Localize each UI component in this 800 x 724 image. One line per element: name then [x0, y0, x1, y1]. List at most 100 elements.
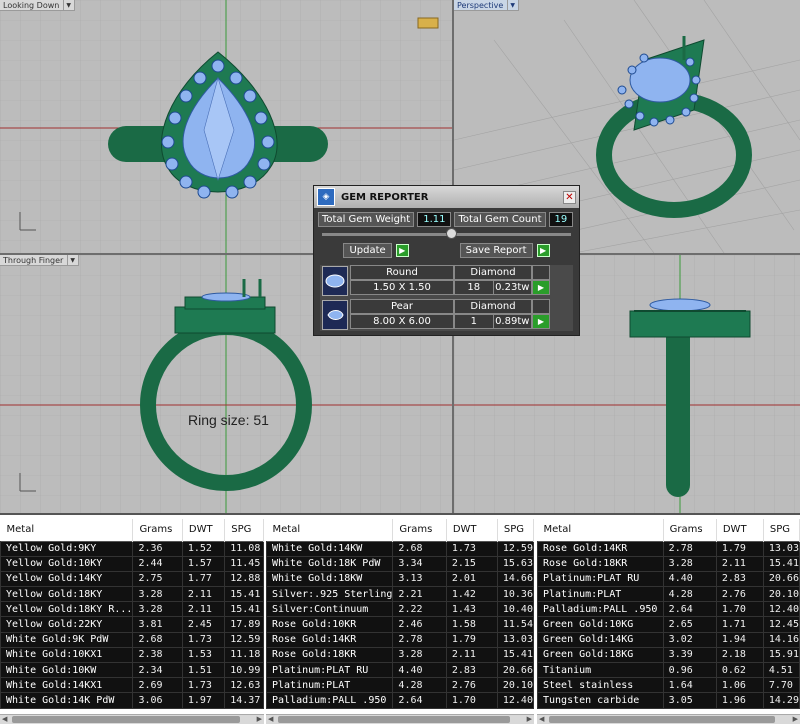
- table-row[interactable]: Rose Gold:10KR 2.46 1.58 11.54: [265, 616, 535, 633]
- table-row[interactable]: White Gold:9K PdW 2.68 1.73 12.59: [0, 631, 264, 648]
- viewport-front-label[interactable]: Through Finger ▼: [0, 255, 79, 266]
- scroll-right-icon[interactable]: ▶: [257, 715, 262, 723]
- metal-name: Green Gold:14KG: [537, 631, 664, 648]
- table-row[interactable]: Tungsten carbide 3.05 1.96 14.29: [537, 692, 800, 709]
- gem-weight: 0.89tw: [495, 316, 530, 327]
- table-row[interactable]: Platinum:PLAT RU 4.40 2.83 20.66: [265, 661, 535, 679]
- spg-value: 11.18: [224, 646, 264, 664]
- table-row[interactable]: Silver:.925 Sterling 2.21 1.42 10.36: [265, 586, 535, 603]
- metal-name: Titanium: [537, 661, 664, 679]
- scroll-right-icon[interactable]: ▶: [527, 715, 532, 723]
- scroll-thumb[interactable]: [278, 716, 510, 723]
- table-row[interactable]: White Gold:14K PdW 3.06 1.97 14.37: [0, 692, 264, 709]
- chevron-down-icon: ▼: [63, 0, 71, 11]
- table-row[interactable]: Yellow Gold:10KY 2.44 1.57 11.45: [0, 555, 264, 572]
- metal-table-2[interactable]: Metal Grams DWT SPG White Gold:14KW 2.68 1…: [265, 519, 535, 709]
- table-row[interactable]: Rose Gold:14KR 2.78 1.79 13.03: [265, 631, 535, 648]
- table-row[interactable]: Rose Gold:18KR 3.28 2.11 15.41: [537, 555, 800, 572]
- header-spg[interactable]: SPG: [497, 519, 535, 541]
- table-row[interactable]: Rose Gold:14KR 2.78 1.79 13.03: [537, 540, 800, 557]
- table-3-scrollbar[interactable]: ◀ ▶: [537, 714, 800, 724]
- header-metal[interactable]: Metal: [266, 519, 394, 541]
- viewport-name: Through Finger: [3, 255, 64, 265]
- grams-value: 3.28: [662, 555, 717, 572]
- table-row[interactable]: Platinum:PLAT 4.28 2.76 20.10: [537, 586, 800, 603]
- header-metal[interactable]: Metal: [0, 519, 134, 541]
- metal-table-1[interactable]: Metal Grams DWT SPG Yellow Gold:9KY 2.36 1…: [0, 519, 264, 709]
- header-grams[interactable]: Grams: [663, 519, 717, 541]
- header-spg[interactable]: SPG: [763, 519, 800, 541]
- dwt-value: 1.52: [181, 540, 226, 557]
- header-dwt[interactable]: DWT: [182, 519, 226, 541]
- table-row[interactable]: White Gold:18K PdW 3.34 2.15 15.63: [265, 555, 535, 572]
- metal-name: Steel stainless: [537, 677, 664, 694]
- table-row[interactable]: White Gold:14KX1 2.69 1.73 12.63: [0, 677, 264, 694]
- grams-value: 2.68: [392, 540, 447, 557]
- header-grams[interactable]: Grams: [132, 519, 183, 541]
- header-dwt[interactable]: DWT: [716, 519, 764, 541]
- table-1-scrollbar[interactable]: ◀ ▶: [0, 714, 264, 724]
- viewport-top-label[interactable]: Looking Down ▼: [0, 0, 75, 11]
- table-row[interactable]: Steel stainless 1.64 1.06 7.70: [537, 677, 800, 694]
- table-row[interactable]: Green Gold:18KG 3.39 2.18 15.91: [537, 646, 800, 664]
- table-row[interactable]: Titanium 0.96 0.62 4.51: [537, 661, 800, 679]
- grams-value: 2.22: [392, 601, 447, 618]
- scroll-thumb[interactable]: [12, 716, 240, 723]
- table-row[interactable]: Rose Gold:18KR 3.28 2.11 15.41: [265, 646, 535, 664]
- table-row[interactable]: Yellow Gold:9KY 2.36 1.52 11.08: [0, 540, 264, 557]
- play-icon[interactable]: ▶: [532, 314, 550, 329]
- grams-value: 2.65: [662, 616, 717, 633]
- header-spg[interactable]: SPG: [224, 519, 264, 541]
- table-row[interactable]: White Gold:18KW 3.13 2.01 14.66: [265, 570, 535, 588]
- gem-slider[interactable]: [322, 228, 571, 239]
- update-button[interactable]: Update ▶: [343, 243, 409, 258]
- table-row[interactable]: Palladium:PALL .950 2.64 1.70 12.40: [537, 601, 800, 618]
- dwt-value: 1.51: [181, 661, 226, 679]
- save-report-button[interactable]: Save Report ▶: [459, 243, 550, 258]
- metal-name: White Gold:10KW: [0, 661, 134, 679]
- viewport-perspective-label[interactable]: Perspective ▼: [454, 0, 519, 11]
- dwt-value: 2.76: [445, 677, 498, 694]
- header-grams[interactable]: Grams: [392, 519, 447, 541]
- scroll-left-icon[interactable]: ◀: [2, 715, 7, 723]
- metal-name: Platinum:PLAT: [537, 586, 664, 603]
- table-row[interactable]: White Gold:14KW 2.68 1.73 12.59: [265, 540, 535, 557]
- gem-reporter-titlebar[interactable]: ◈ GEM REPORTER ✕: [314, 186, 579, 208]
- slider-knob[interactable]: [446, 228, 457, 239]
- close-icon[interactable]: ✕: [563, 190, 576, 204]
- gem-size: 8.00 X 6.00: [350, 314, 454, 329]
- gem-count: 18: [455, 281, 494, 294]
- table-row[interactable]: Platinum:PLAT RU 4.40 2.83 20.66: [537, 570, 800, 588]
- table-2-scrollbar[interactable]: ◀ ▶: [266, 714, 534, 724]
- dwt-value: 1.79: [445, 631, 498, 648]
- table-row[interactable]: Platinum:PLAT 4.28 2.76 20.10: [265, 677, 535, 694]
- play-icon[interactable]: ▶: [532, 280, 550, 295]
- scroll-left-icon[interactable]: ◀: [268, 715, 273, 723]
- table-row[interactable]: White Gold:10KW 2.34 1.51 10.99: [0, 661, 264, 679]
- gem-shape: Round: [350, 265, 454, 280]
- dwt-value: 1.71: [715, 616, 764, 633]
- play-icon[interactable]: ▶: [395, 244, 409, 257]
- scroll-left-icon[interactable]: ◀: [539, 715, 544, 723]
- table-row[interactable]: Yellow Gold:14KY 2.75 1.77 12.88: [0, 570, 264, 588]
- gem-reporter-title: GEM REPORTER: [341, 191, 429, 203]
- play-icon[interactable]: ▶: [536, 244, 550, 257]
- scroll-thumb[interactable]: [549, 716, 775, 723]
- table-row[interactable]: Yellow Gold:18KY 3.28 2.11 15.41: [0, 586, 264, 603]
- table-row[interactable]: Silver:Continuum 2.22 1.43 10.40: [265, 601, 535, 618]
- table-row[interactable]: Yellow Gold:22KY 3.81 2.45 17.89: [0, 616, 264, 633]
- dwt-value: 1.58: [445, 616, 498, 633]
- table-row[interactable]: Green Gold:14KG 3.02 1.94 14.16: [537, 631, 800, 648]
- header-metal[interactable]: Metal: [537, 519, 664, 541]
- table-row[interactable]: Palladium:PALL .950 2.64 1.70 12.40: [265, 692, 535, 709]
- spg-value: 12.88: [224, 570, 264, 588]
- table-row[interactable]: Green Gold:10KG 2.65 1.71 12.45: [537, 616, 800, 633]
- table-row[interactable]: White Gold:10KX1 2.38 1.53 11.18: [0, 646, 264, 664]
- metal-table-3[interactable]: Metal Grams DWT SPG Rose Gold:14KR 2.78 1.…: [537, 519, 800, 709]
- update-button-label: Update: [343, 243, 392, 258]
- scroll-right-icon[interactable]: ▶: [793, 715, 798, 723]
- header-dwt[interactable]: DWT: [446, 519, 498, 541]
- table-row[interactable]: Yellow Gold:18KY R... 3.28 2.11 15.41: [0, 601, 264, 618]
- dwt-value: 1.97: [181, 692, 226, 709]
- gem-weight: 0.23tw: [495, 282, 530, 293]
